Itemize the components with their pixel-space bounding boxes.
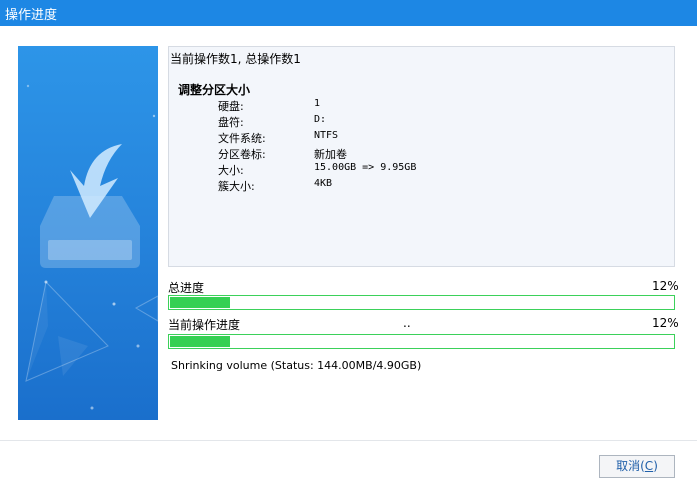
info-key: 盘符: [218, 116, 244, 129]
operation-title: 调整分区大小 [178, 83, 251, 97]
total-progress-bar [168, 295, 675, 310]
info-value: 新加卷 [314, 148, 347, 161]
footer-divider [0, 440, 697, 441]
current-progress-percent: 12% [652, 316, 679, 330]
info-value: NTFS [314, 130, 339, 141]
info-key: 文件系统: [218, 132, 266, 145]
illustration-panel [18, 46, 158, 420]
operation-info-panel: 当前操作数1, 总操作数1 调整分区大小 硬盘: 1 盘符: D: 文件系统: … [168, 46, 675, 267]
total-progress-percent: 12% [652, 279, 679, 293]
info-key: 大小: [218, 164, 244, 177]
total-progress-fill [170, 297, 230, 308]
cancel-label: 取消( [616, 459, 645, 473]
info-value: D: [314, 114, 327, 125]
info-value: 4KB [314, 178, 333, 189]
download-to-drive-icon [25, 84, 158, 410]
operation-count-text: 当前操作数1, 总操作数1 [170, 52, 301, 66]
window-title: 操作进度 [5, 8, 58, 23]
info-key: 分区卷标: [218, 148, 266, 161]
current-progress-dots: .. [403, 316, 411, 330]
total-progress-label: 总进度 [168, 281, 205, 295]
info-value: 1 [314, 98, 321, 109]
cancel-hotkey: C [644, 459, 654, 473]
current-progress-label: 当前操作进度 [168, 318, 241, 332]
current-progress-fill [170, 336, 230, 347]
info-value: 15.00GB => 9.95GB [314, 162, 417, 173]
title-bar: 操作进度 [0, 0, 697, 26]
status-text: Shrinking volume (Status: 144.00MB/4.90G… [171, 359, 422, 372]
cancel-button[interactable]: 取消(C) [599, 455, 675, 478]
cancel-suffix: ) [653, 459, 658, 473]
current-progress-bar [168, 334, 675, 349]
info-key: 簇大小: [218, 180, 255, 193]
info-key: 硬盘: [218, 100, 244, 113]
